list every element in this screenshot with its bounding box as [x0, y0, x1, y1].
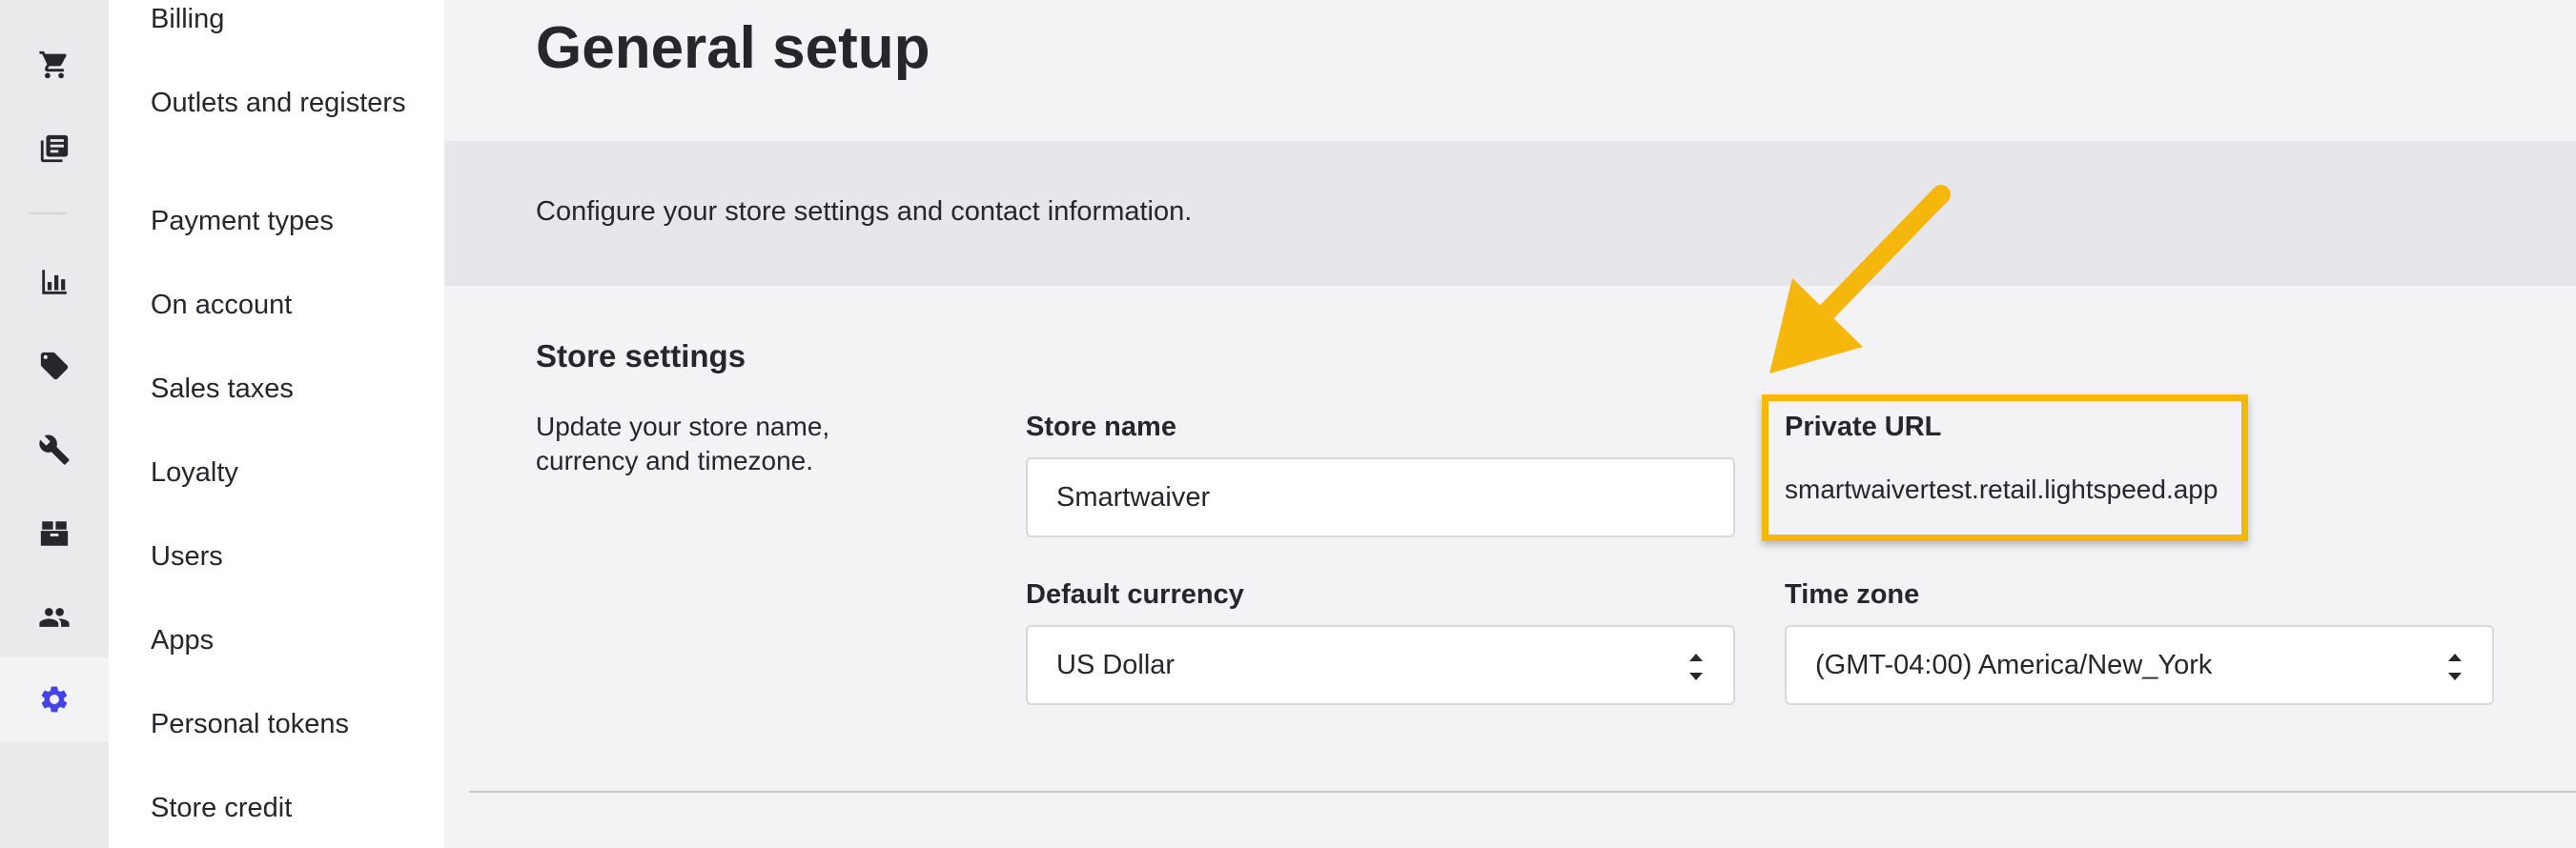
section-title: Store settings	[536, 338, 746, 374]
store-name-label: Store name	[1026, 412, 1176, 442]
select-arrows-icon	[2448, 654, 2462, 680]
store-name-input[interactable]	[1026, 457, 1735, 537]
inventory-nav[interactable]	[0, 492, 109, 575]
customers-nav[interactable]	[0, 575, 109, 659]
inventory-icon	[40, 521, 69, 546]
register-icon	[40, 134, 69, 163]
sell-nav[interactable]	[0, 23, 109, 107]
settings-subnav: Billing Outlets and registers Payment ty…	[109, 0, 444, 848]
section-description: Update your store name, currency and tim…	[536, 412, 830, 475]
default-currency-value: US Dollar	[1056, 649, 1176, 680]
banner-text: Configure your store settings and contac…	[536, 196, 1193, 227]
gear-icon	[41, 686, 68, 713]
subnav-item-payment-types[interactable]: Payment types	[151, 204, 427, 238]
page-title: General setup	[536, 15, 930, 81]
rail-divider	[29, 212, 67, 214]
setup-settings-nav[interactable]	[0, 657, 109, 741]
subnav-item-users[interactable]: Users	[151, 539, 427, 574]
setup-nav[interactable]	[0, 408, 109, 492]
subnav-item-sales-taxes[interactable]: Sales taxes	[151, 372, 427, 406]
subnav-item-apps[interactable]: Apps	[151, 623, 427, 657]
subnav-item-outlets-and-registers[interactable]: Outlets and registers	[151, 86, 427, 120]
time-zone-select[interactable]: (GMT-04:00) America/New_York	[1785, 625, 2494, 705]
catalog-nav[interactable]	[0, 324, 109, 408]
time-zone-label: Time zone	[1785, 579, 1920, 610]
annotation-arrow-icon	[1769, 185, 1951, 374]
wrench-icon	[39, 434, 70, 465]
subnav-item-loyalty[interactable]: Loyalty	[151, 455, 427, 490]
tag-icon	[40, 352, 69, 380]
subnav-item-on-account[interactable]: On account	[151, 288, 427, 322]
subnav-item-personal-tokens[interactable]: Personal tokens	[151, 707, 427, 741]
default-currency-select[interactable]: US Dollar	[1026, 625, 1735, 705]
reports-icon	[42, 270, 67, 294]
subnav-item-store-credit[interactable]: Store credit	[151, 791, 427, 825]
time-zone-value: (GMT-04:00) America/New_York	[1815, 649, 2213, 680]
reporting-nav[interactable]	[0, 240, 109, 324]
select-arrows-icon	[1689, 654, 1703, 680]
section-divider	[469, 791, 2576, 793]
cart-icon	[39, 50, 67, 79]
default-currency-label: Default currency	[1026, 579, 1244, 610]
sales-ledger-nav[interactable]	[0, 107, 109, 191]
highlight-box	[1762, 394, 2248, 541]
page-banner: Configure your store settings and contac…	[444, 141, 2576, 286]
icon-rail	[0, 0, 109, 848]
customers-icon	[39, 608, 70, 627]
subnav-item-billing[interactable]: Billing	[151, 2, 427, 36]
main-content: General setup Configure your store setti…	[444, 0, 2576, 848]
